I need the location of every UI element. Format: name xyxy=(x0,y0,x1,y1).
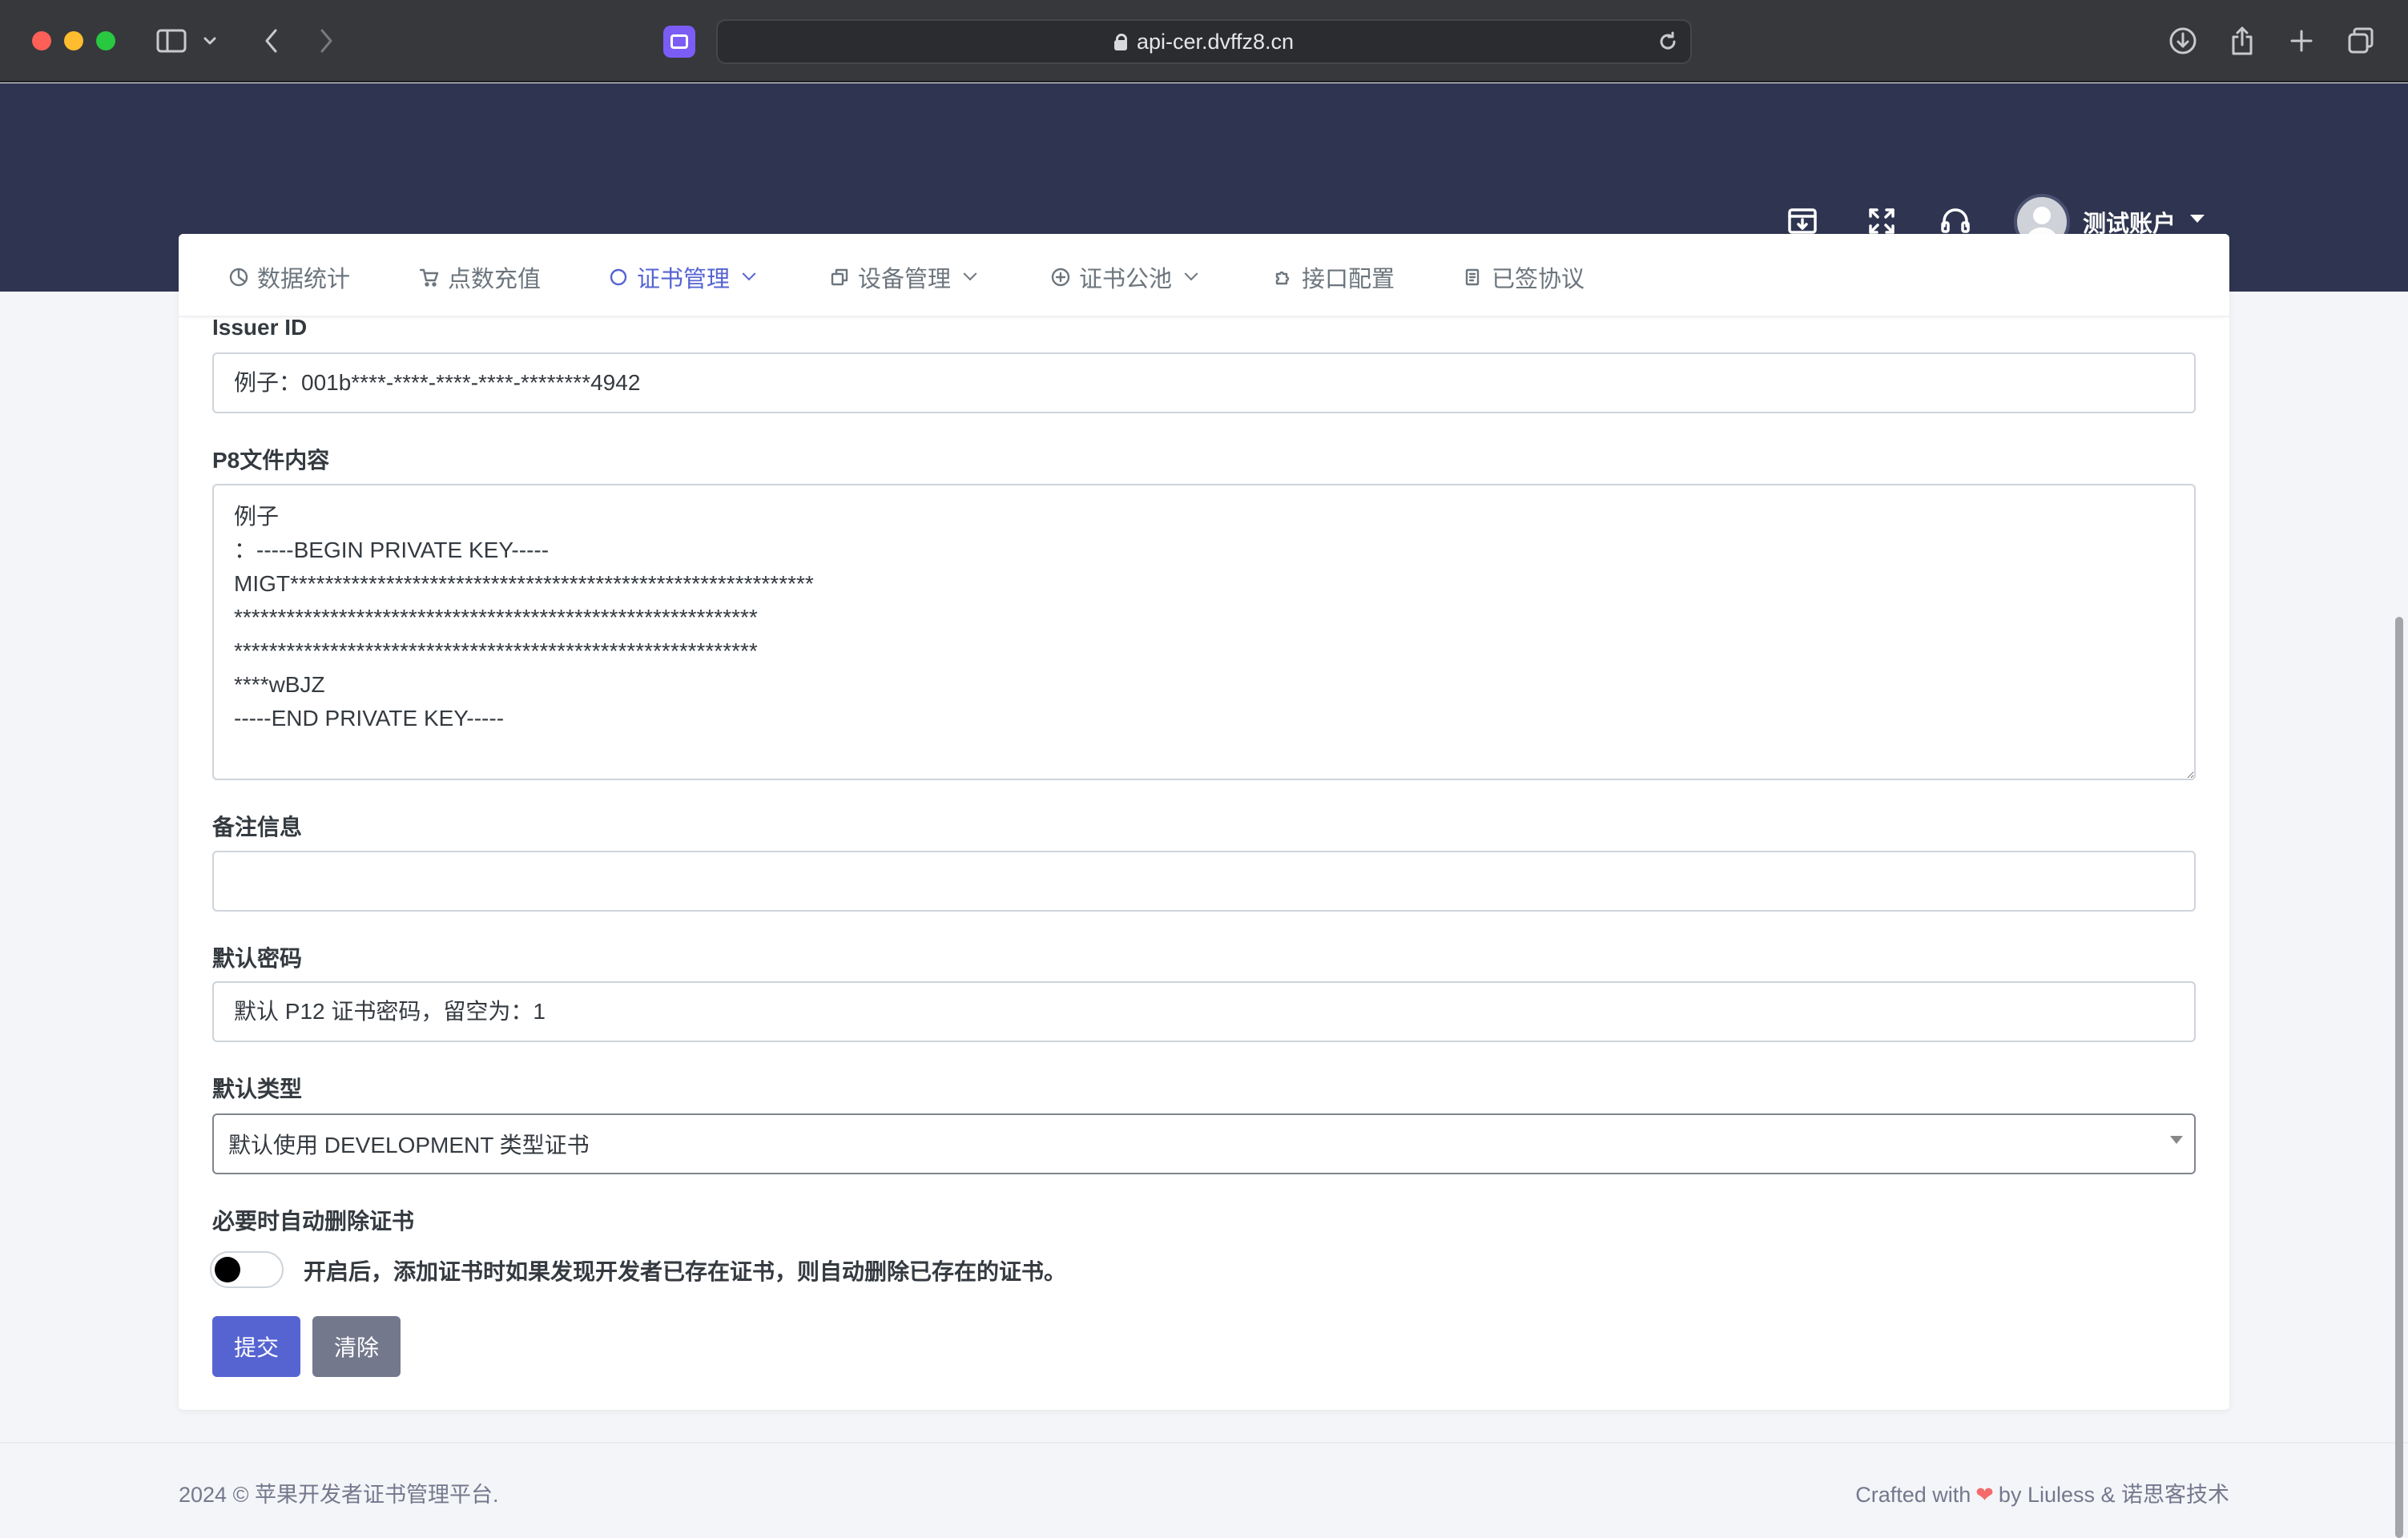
submit-button[interactable]: 提交 xyxy=(212,1316,300,1377)
puzzle-icon xyxy=(1273,267,1294,288)
extension-icon[interactable] xyxy=(663,26,695,58)
default-type-label: 默认类型 xyxy=(212,1077,303,1101)
document-icon xyxy=(1463,267,1484,288)
page-scrollbar[interactable] xyxy=(2395,617,2403,1538)
main-nav: 数据统计 点数充值 证书管理 设备管理 证书公池 接口配置 已签协议 xyxy=(179,234,2229,317)
forward-icon[interactable] xyxy=(309,24,343,58)
nav-item-agreements[interactable]: 已签协议 xyxy=(1463,261,1585,293)
pie-chart-icon xyxy=(228,267,249,288)
downloads-icon[interactable] xyxy=(2166,24,2200,58)
footer-copyright: 2024 © 苹果开发者证书管理平台. xyxy=(179,1483,499,1507)
p8-content-label: P8文件内容 xyxy=(212,448,330,473)
nav-item-label: 数据统计 xyxy=(257,267,351,292)
reload-icon[interactable] xyxy=(1657,30,1679,53)
plus-circle-icon xyxy=(1050,267,1071,288)
footer-divider xyxy=(0,1442,2408,1443)
chevron-down-icon xyxy=(963,267,977,281)
address-bar[interactable]: api-cer.dvffz8.cn xyxy=(716,19,1692,64)
nav-item-label: 接口配置 xyxy=(1302,267,1395,292)
heart-icon: ❤ xyxy=(1975,1483,1994,1507)
default-password-input[interactable] xyxy=(212,981,2196,1042)
nav-item-label: 设备管理 xyxy=(858,267,952,292)
cart-icon xyxy=(419,267,440,288)
nav-item-label: 已签协议 xyxy=(1492,267,1585,292)
auto-delete-description: 开启后，添加证书时如果发现开发者已存在证书，则自动删除已存在的证书。 xyxy=(304,1259,1067,1284)
remark-input[interactable] xyxy=(212,851,2196,912)
nav-item-certificates[interactable]: 证书管理 xyxy=(608,261,756,293)
circle-icon xyxy=(608,267,629,288)
remark-label: 备注信息 xyxy=(212,815,303,839)
issuer-id-input[interactable] xyxy=(212,352,2196,413)
new-tab-icon[interactable] xyxy=(2285,24,2318,58)
lock-icon xyxy=(1113,34,1127,50)
issuer-id-label: Issuer ID xyxy=(212,315,308,340)
browser-toolbar: api-cer.dvffz8.cn xyxy=(0,0,2408,83)
p8-content-textarea[interactable] xyxy=(212,484,2196,780)
credits-suffix: by Liuless & 诺思客技术 xyxy=(1998,1483,2229,1507)
tabs-overview-icon[interactable] xyxy=(2344,24,2378,58)
footer-credits: Crafted with ❤ by Liuless & 诺思客技术 xyxy=(1855,1477,2229,1508)
sidebar-toggle-icon[interactable] xyxy=(155,24,189,58)
nav-item-label: 点数充值 xyxy=(448,267,542,292)
chevron-down-icon[interactable] xyxy=(200,24,219,58)
clear-button[interactable]: 清除 xyxy=(312,1316,401,1377)
nav-item-label: 证书公池 xyxy=(1079,267,1173,292)
back-icon[interactable] xyxy=(255,24,288,58)
auto-delete-label: 必要时自动删除证书 xyxy=(212,1209,415,1234)
url-text: api-cer.dvffz8.cn xyxy=(1136,29,1295,54)
default-type-selected: 默认使用 DEVELOPMENT 类型证书 xyxy=(228,1133,590,1158)
minimize-window-button[interactable] xyxy=(64,31,83,50)
chevron-down-icon xyxy=(1184,267,1198,281)
nav-item-stats[interactable]: 数据统计 xyxy=(228,261,350,293)
maximize-window-button[interactable] xyxy=(96,31,115,50)
default-password-label: 默认密码 xyxy=(212,946,303,971)
chevron-down-icon xyxy=(742,267,756,281)
close-window-button[interactable] xyxy=(32,31,51,50)
toggle-knob xyxy=(215,1257,240,1282)
credits-prefix: Crafted with xyxy=(1855,1483,1971,1507)
nav-item-api-config[interactable]: 接口配置 xyxy=(1273,261,1395,293)
auto-delete-toggle[interactable] xyxy=(210,1251,284,1288)
share-icon[interactable] xyxy=(2225,24,2259,58)
caret-down-icon xyxy=(2170,1136,2183,1144)
copy-icon xyxy=(829,267,850,288)
nav-item-devices[interactable]: 设备管理 xyxy=(829,261,977,293)
caret-down-icon[interactable] xyxy=(2190,215,2205,223)
nav-item-recharge[interactable]: 点数充值 xyxy=(419,261,541,293)
default-type-select[interactable]: 默认使用 DEVELOPMENT 类型证书 xyxy=(212,1113,2196,1174)
nav-item-label: 证书管理 xyxy=(637,267,731,292)
nav-item-public-pool[interactable]: 证书公池 xyxy=(1050,261,1198,293)
